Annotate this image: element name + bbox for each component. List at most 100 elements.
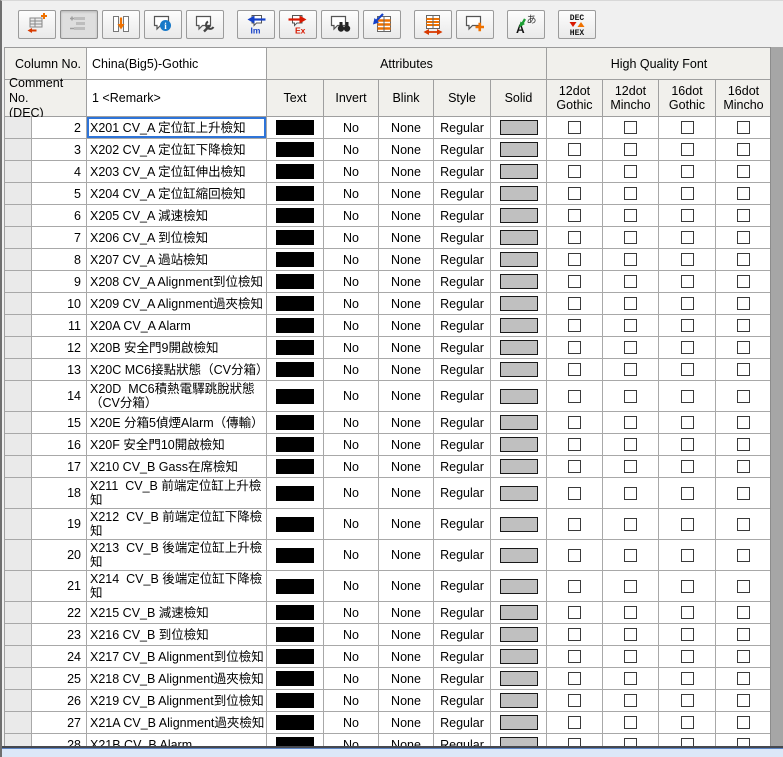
checkbox-12dot-mincho[interactable]	[603, 478, 659, 509]
checkbox-16dot-mincho[interactable]	[716, 478, 772, 509]
checkbox-16dot-mincho[interactable]	[716, 602, 772, 624]
checkbox-12dot-gothic[interactable]	[547, 359, 603, 381]
checkbox-12dot-mincho[interactable]	[603, 624, 659, 646]
invert-cell[interactable]: No	[324, 712, 379, 734]
row-selector[interactable]	[5, 509, 32, 540]
text-color-cell[interactable]	[267, 183, 324, 205]
text-color-cell[interactable]	[267, 359, 324, 381]
row-selector[interactable]	[5, 571, 32, 602]
checkbox-16dot-mincho[interactable]	[716, 668, 772, 690]
row-selector[interactable]	[5, 540, 32, 571]
comment-number-cell[interactable]: 21	[32, 571, 87, 602]
checkbox-16dot-mincho[interactable]	[716, 509, 772, 540]
comment-number-cell[interactable]: 2	[32, 117, 87, 139]
invert-cell[interactable]: No	[324, 646, 379, 668]
comment-text-cell[interactable]: X203 CV_A 定位缸伸出檢知	[87, 161, 267, 183]
comment-text-cell[interactable]: X20A CV_A Alarm	[87, 315, 267, 337]
invert-cell[interactable]: No	[324, 668, 379, 690]
text-color-cell[interactable]	[267, 315, 324, 337]
style-cell[interactable]: Regular	[434, 571, 491, 602]
blink-cell[interactable]: None	[379, 117, 434, 139]
style-cell[interactable]: Regular	[434, 359, 491, 381]
text-color-cell[interactable]	[267, 337, 324, 359]
comment-text-cell[interactable]: X20B 安全門9開啟檢知	[87, 337, 267, 359]
checkbox-16dot-mincho[interactable]	[716, 227, 772, 249]
invert-cell[interactable]: No	[324, 271, 379, 293]
blink-cell[interactable]: None	[379, 478, 434, 509]
solid-color-cell[interactable]	[491, 227, 547, 249]
text-color-cell[interactable]	[267, 412, 324, 434]
solid-color-cell[interactable]	[491, 315, 547, 337]
row-selector[interactable]	[5, 478, 32, 509]
checkbox-12dot-mincho[interactable]	[603, 412, 659, 434]
checkbox-16dot-mincho[interactable]	[716, 624, 772, 646]
comment-text-cell[interactable]: X205 CV_A 減速檢知	[87, 205, 267, 227]
blink-cell[interactable]: None	[379, 624, 434, 646]
solid-color-cell[interactable]	[491, 183, 547, 205]
invert-cell[interactable]: No	[324, 359, 379, 381]
style-cell[interactable]: Regular	[434, 434, 491, 456]
checkbox-12dot-gothic[interactable]	[547, 293, 603, 315]
checkbox-12dot-gothic[interactable]	[547, 381, 603, 412]
add-delete-comment-button[interactable]	[18, 10, 56, 39]
checkbox-16dot-gothic[interactable]	[659, 540, 716, 571]
import-comments-button[interactable]: Im	[237, 10, 275, 39]
comment-number-cell[interactable]: 7	[32, 227, 87, 249]
comment-settings-button[interactable]	[186, 10, 224, 39]
comment-text-cell[interactable]: X219 CV_B Alignment到位檢知	[87, 690, 267, 712]
row-selector[interactable]	[5, 315, 32, 337]
checkbox-16dot-mincho[interactable]	[716, 117, 772, 139]
row-selector[interactable]	[5, 227, 32, 249]
checkbox-12dot-mincho[interactable]	[603, 602, 659, 624]
checkbox-16dot-gothic[interactable]	[659, 293, 716, 315]
checkbox-12dot-mincho[interactable]	[603, 509, 659, 540]
style-cell[interactable]: Regular	[434, 668, 491, 690]
comment-number-cell[interactable]: 13	[32, 359, 87, 381]
add-comment-button[interactable]	[456, 10, 494, 39]
style-cell[interactable]: Regular	[434, 271, 491, 293]
checkbox-12dot-gothic[interactable]	[547, 412, 603, 434]
checkbox-12dot-gothic[interactable]	[547, 690, 603, 712]
checkbox-16dot-gothic[interactable]	[659, 646, 716, 668]
checkbox-12dot-gothic[interactable]	[547, 337, 603, 359]
solid-color-cell[interactable]	[491, 668, 547, 690]
checkbox-16dot-mincho[interactable]	[716, 646, 772, 668]
text-color-cell[interactable]	[267, 227, 324, 249]
checkbox-12dot-mincho[interactable]	[603, 205, 659, 227]
comment-text-cell[interactable]: X212 CV_B 前端定位缸下降檢知	[87, 509, 267, 540]
checkbox-16dot-mincho[interactable]	[716, 337, 772, 359]
solid-color-cell[interactable]	[491, 456, 547, 478]
text-color-cell[interactable]	[267, 646, 324, 668]
solid-color-cell[interactable]	[491, 249, 547, 271]
row-selector[interactable]	[5, 161, 32, 183]
style-cell[interactable]: Regular	[434, 337, 491, 359]
comment-number-cell[interactable]: 8	[32, 249, 87, 271]
invert-cell[interactable]: No	[324, 205, 379, 227]
invert-cell[interactable]: No	[324, 249, 379, 271]
style-cell[interactable]: Regular	[434, 540, 491, 571]
checkbox-16dot-gothic[interactable]	[659, 668, 716, 690]
checkbox-16dot-mincho[interactable]	[716, 205, 772, 227]
solid-color-cell[interactable]	[491, 271, 547, 293]
comment-number-cell[interactable]: 27	[32, 712, 87, 734]
checkbox-16dot-gothic[interactable]	[659, 456, 716, 478]
checkbox-12dot-gothic[interactable]	[547, 249, 603, 271]
text-color-cell[interactable]	[267, 712, 324, 734]
checkbox-12dot-gothic[interactable]	[547, 271, 603, 293]
invert-cell[interactable]: No	[324, 139, 379, 161]
checkbox-12dot-mincho[interactable]	[603, 646, 659, 668]
blink-cell[interactable]: None	[379, 249, 434, 271]
checkbox-16dot-gothic[interactable]	[659, 249, 716, 271]
row-selector[interactable]	[5, 271, 32, 293]
blink-cell[interactable]: None	[379, 161, 434, 183]
style-cell[interactable]: Regular	[434, 509, 491, 540]
checkbox-12dot-gothic[interactable]	[547, 602, 603, 624]
blink-cell[interactable]: None	[379, 690, 434, 712]
checkbox-16dot-mincho[interactable]	[716, 359, 772, 381]
text-color-cell[interactable]	[267, 117, 324, 139]
solid-color-cell[interactable]	[491, 381, 547, 412]
checkbox-16dot-gothic[interactable]	[659, 624, 716, 646]
checkbox-16dot-gothic[interactable]	[659, 271, 716, 293]
checkbox-12dot-mincho[interactable]	[603, 271, 659, 293]
checkbox-12dot-gothic[interactable]	[547, 456, 603, 478]
